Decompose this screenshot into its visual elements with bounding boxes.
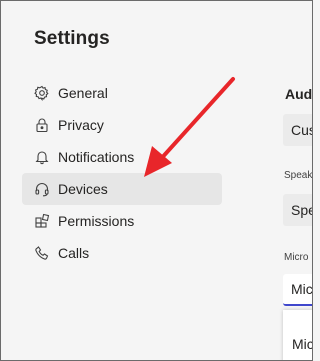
audio-device-select[interactable]: Cus [283, 114, 312, 146]
page-title: Settings [34, 28, 110, 49]
sidebar-item-calls[interactable]: Calls [22, 237, 222, 269]
sidebar-item-label: Privacy [58, 117, 104, 133]
sidebar-item-label: Notifications [58, 149, 135, 165]
headset-icon [33, 180, 51, 198]
microphone-select[interactable]: Mic [283, 274, 312, 306]
microphone-label: Micro [284, 252, 309, 263]
sidebar-item-label: Permissions [58, 213, 135, 229]
sidebar-item-permissions[interactable]: Permissions [22, 205, 222, 237]
lock-icon [33, 116, 51, 134]
settings-window: Settings General Privacy Notifications D… [0, 0, 313, 361]
sidebar-item-general[interactable]: General [22, 77, 222, 109]
gear-icon [33, 84, 51, 102]
bell-icon [33, 148, 51, 166]
sidebar-item-label: Devices [58, 181, 108, 197]
dropdown-option[interactable]: Mic [292, 336, 312, 352]
sidebar-item-privacy[interactable]: Privacy [22, 109, 222, 141]
sidebar-item-notifications[interactable]: Notifications [22, 141, 222, 173]
phone-icon [33, 244, 51, 262]
microphone-dropdown: Mic [283, 310, 312, 360]
sidebar-item-devices[interactable]: Devices [22, 173, 222, 205]
sidebar-item-label: General [58, 85, 108, 101]
sidebar-item-label: Calls [58, 245, 90, 261]
audio-devices-heading: Audi [285, 86, 313, 102]
speaker-select[interactable]: Spe [283, 194, 312, 226]
speaker-label: Speak [284, 170, 313, 181]
app-grid-icon [33, 212, 51, 230]
